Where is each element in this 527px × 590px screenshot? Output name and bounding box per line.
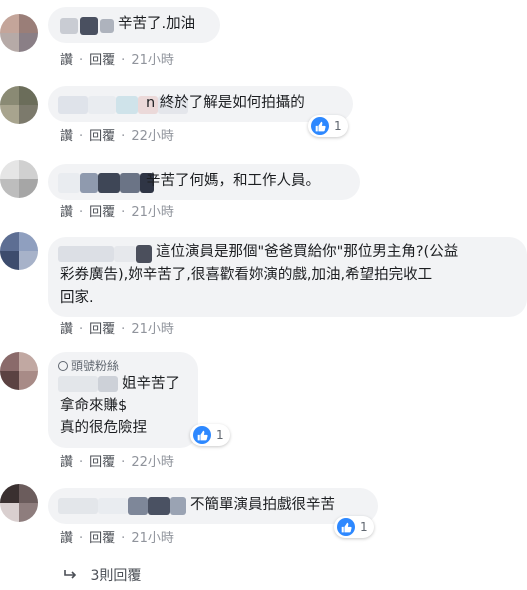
blurred-author-name [136, 245, 152, 263]
reaction-number: 1 [334, 119, 342, 133]
comment-actions: 讚 · 回覆 · 21小時 [60, 205, 174, 221]
like-link[interactable]: 讚 [60, 53, 73, 69]
comment-text-line-3: 回家. [60, 290, 94, 306]
timestamp[interactable]: 21小時 [131, 322, 174, 338]
comment-actions: 讚 · 回覆 · 21小時 [60, 531, 174, 547]
reply-link[interactable]: 回覆 [89, 455, 115, 471]
avatar[interactable] [0, 352, 38, 390]
comment-actions: 讚 · 回覆 · 21小時 [60, 53, 174, 69]
separator-dot: · [121, 205, 126, 220]
separator-dot: · [121, 129, 126, 144]
like-icon [337, 518, 355, 536]
comment-bubble: 不簡單演員拍戲很辛苦 [48, 488, 378, 524]
reply-link[interactable]: 回覆 [89, 322, 115, 338]
comment-text-line-2: 拿命來賺$ [60, 398, 128, 414]
separator-dot: · [121, 53, 126, 68]
blurred-author-name [60, 18, 78, 34]
comment-text-line-3: 真的很危險捏 [60, 420, 147, 436]
timestamp[interactable]: 21小時 [131, 205, 174, 221]
reply-link[interactable]: 回覆 [89, 129, 115, 145]
view-replies-label: 3則回覆 [90, 568, 142, 584]
comment-bubble: n 終於了解是如何拍攝的 [48, 86, 353, 122]
separator-dot: · [79, 322, 84, 337]
avatar[interactable] [0, 160, 38, 198]
separator-dot: · [79, 455, 84, 470]
blurred-author-name [98, 498, 128, 514]
separator-dot: · [121, 531, 126, 546]
comment-bubble: 頭號粉絲 姐辛苦了 拿命來賺$ 真的很危險捏 [48, 352, 198, 448]
avatar[interactable] [0, 14, 38, 52]
blurred-author-name [58, 376, 98, 392]
separator-dot: · [79, 53, 84, 68]
separator-dot: · [121, 322, 126, 337]
blurred-author-name [80, 173, 98, 193]
top-fan-badge: 頭號粉絲 [58, 357, 119, 374]
blurred-author-name [114, 246, 136, 262]
blurred-author-name [98, 173, 120, 193]
separator-dot: · [79, 531, 84, 546]
view-replies-link[interactable]: 3則回覆 [64, 565, 141, 585]
comment-bubble: 辛苦了何媽，和工作人員。 [48, 164, 360, 200]
timestamp[interactable]: 21小時 [131, 53, 174, 69]
like-link[interactable]: 讚 [60, 455, 73, 471]
reaction-count[interactable]: 1 [308, 115, 348, 137]
reply-arrow-icon [64, 568, 82, 584]
comment-text: 辛苦了.加油 [118, 16, 196, 32]
comment-actions: 讚 · 回覆 · 22小時 [60, 129, 174, 145]
blurred-author-name [80, 17, 98, 35]
separator-dot: · [79, 205, 84, 220]
like-link[interactable]: 讚 [60, 205, 73, 221]
comment-actions: 讚 · 回覆 · 22小時 [60, 455, 174, 471]
blurred-author-name [58, 498, 98, 514]
comment-text: 不簡單演員拍戲很辛苦 [190, 497, 335, 513]
blurred-author-name [116, 96, 138, 114]
comment-text-line-1: 姐辛苦了 [122, 376, 180, 392]
like-icon [311, 117, 329, 135]
blurred-author-name [148, 497, 170, 515]
like-link[interactable]: 讚 [60, 129, 73, 145]
reply-link[interactable]: 回覆 [89, 205, 115, 221]
comment-text-line-1: 這位演員是那個"爸爸買給你"那位男主角?(公益 [156, 244, 459, 260]
blurred-author-name [98, 376, 118, 392]
comment-text: n 終於了解是如何拍攝的 [146, 95, 305, 111]
like-icon [193, 426, 211, 444]
blurred-author-name [88, 96, 116, 114]
blurred-author-name [58, 173, 80, 193]
blurred-author-name [128, 497, 148, 515]
avatar[interactable] [0, 86, 38, 124]
reply-link[interactable]: 回覆 [89, 53, 115, 69]
timestamp[interactable]: 22小時 [131, 455, 174, 471]
comment-text-line-2: 彩券廣告),妳辛苦了,很喜歡看妳演的戲,加油,希望拍完收工 [60, 267, 433, 283]
separator-dot: · [121, 455, 126, 470]
blurred-author-name [58, 246, 114, 262]
blurred-author-name [120, 173, 140, 193]
like-link[interactable]: 讚 [60, 322, 73, 338]
timestamp[interactable]: 22小時 [131, 129, 174, 145]
comment-bubble: 這位演員是那個"爸爸買給你"那位男主角?(公益 彩券廣告),妳辛苦了,很喜歡看妳… [48, 237, 527, 317]
reaction-count[interactable]: 1 [334, 516, 374, 538]
reaction-number: 1 [216, 428, 224, 442]
comment-text: 辛苦了何媽，和工作人員。 [146, 173, 320, 189]
comment-actions: 讚 · 回覆 · 21小時 [60, 322, 174, 338]
blurred-author-name [58, 96, 88, 114]
comment-bubble: 辛苦了.加油 [48, 7, 220, 43]
separator-dot: · [79, 129, 84, 144]
avatar[interactable] [0, 232, 38, 270]
reply-link[interactable]: 回覆 [89, 531, 115, 547]
top-fan-icon [58, 361, 68, 371]
reaction-count[interactable]: 1 [190, 424, 230, 446]
like-link[interactable]: 讚 [60, 531, 73, 547]
timestamp[interactable]: 21小時 [131, 531, 174, 547]
top-fan-label: 頭號粉絲 [71, 359, 120, 373]
blurred-author-name [100, 19, 114, 33]
avatar[interactable] [0, 484, 38, 522]
blurred-author-name [170, 497, 186, 515]
reaction-number: 1 [360, 520, 368, 534]
